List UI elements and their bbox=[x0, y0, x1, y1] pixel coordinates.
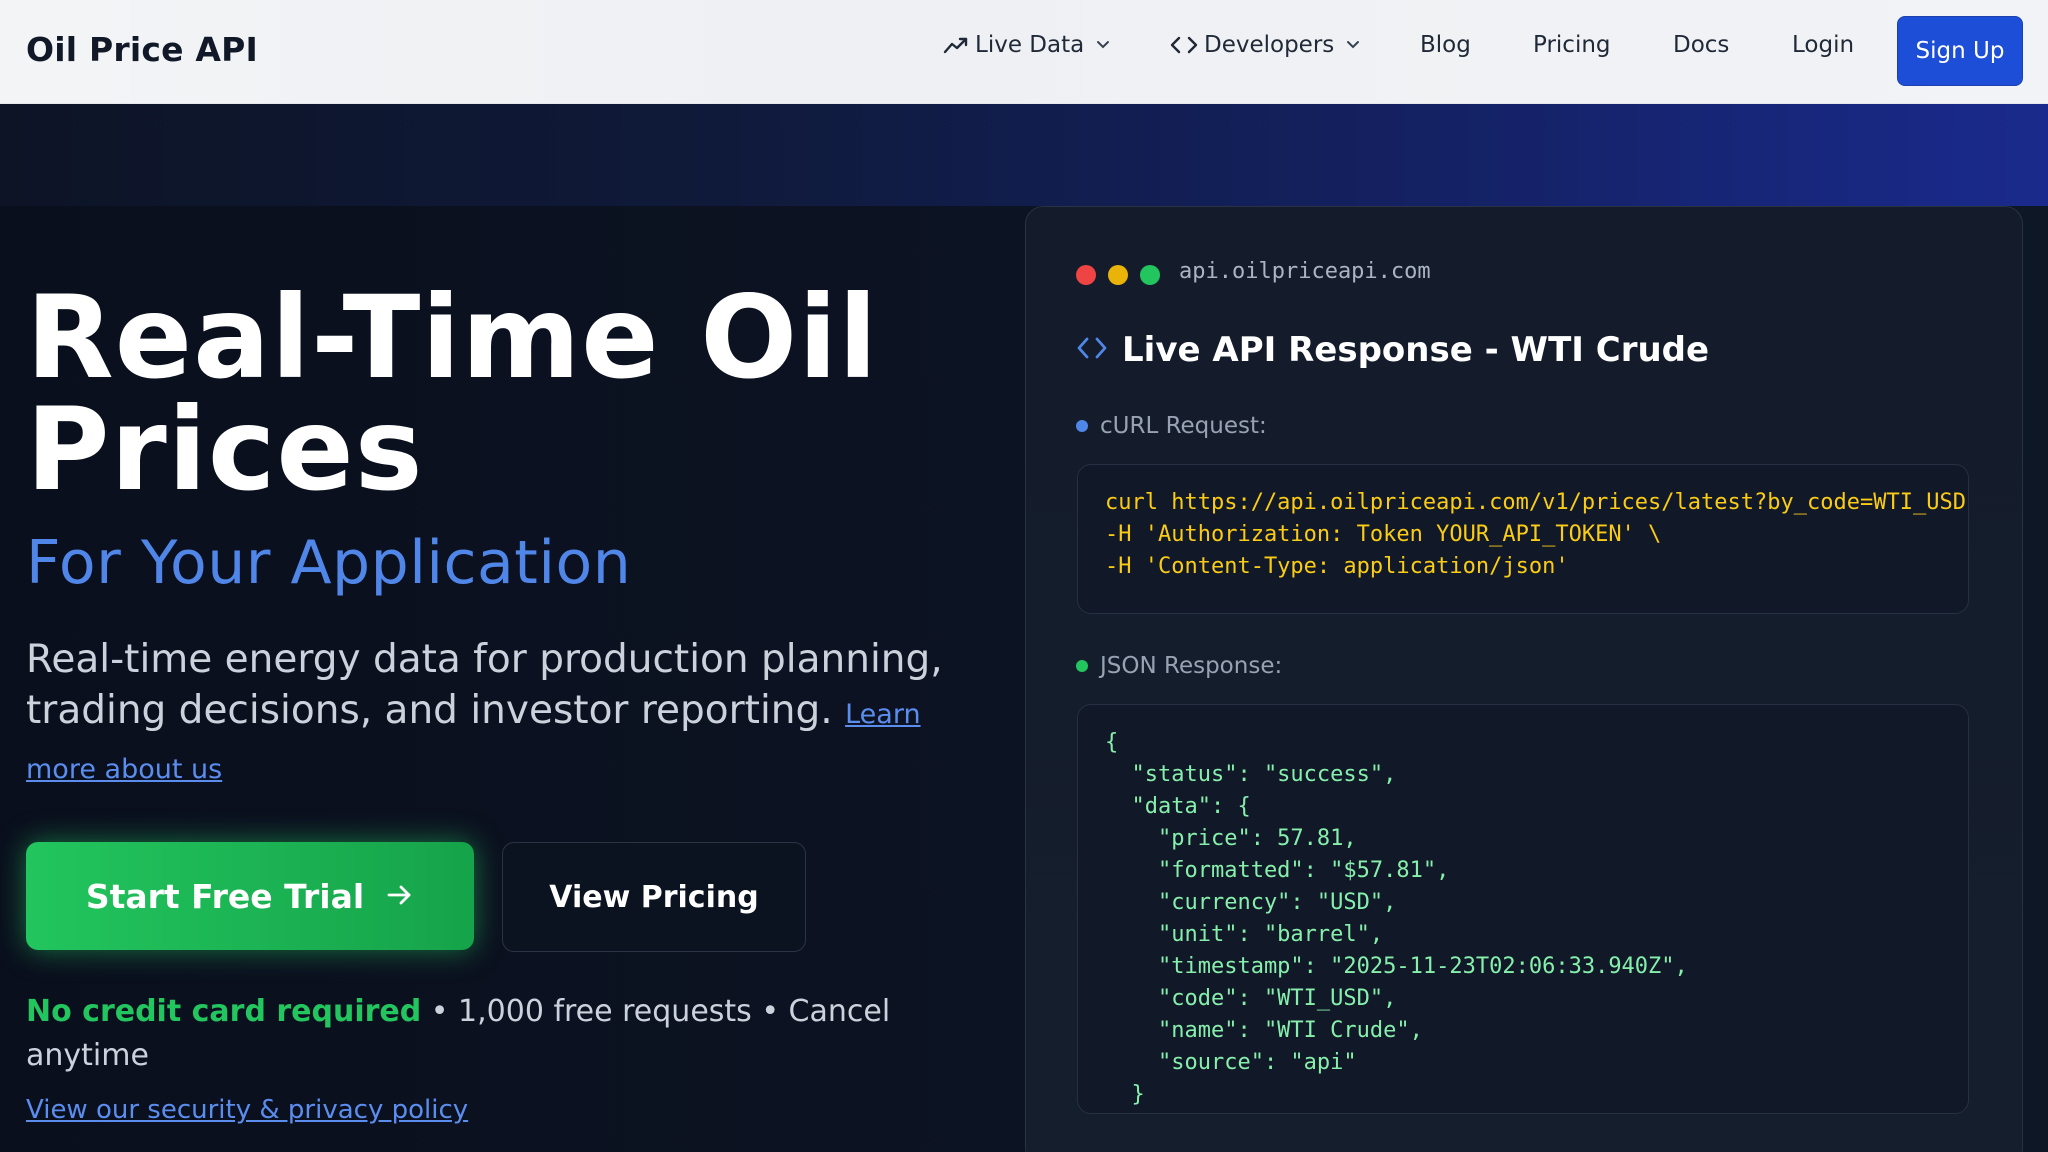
code-icon bbox=[1076, 330, 1108, 370]
curl-label-text: cURL Request: bbox=[1100, 413, 1267, 439]
trending-up-icon bbox=[943, 35, 969, 55]
json-code: { "status": "success", "data": { "price"… bbox=[1105, 730, 1688, 1107]
api-host: api.oilpriceapi.com bbox=[1179, 259, 1431, 284]
security-policy-link[interactable]: View our security & privacy policy bbox=[26, 1095, 468, 1125]
window-maximize-dot bbox=[1140, 265, 1160, 285]
nav-developers-label: Developers bbox=[1204, 32, 1335, 58]
top-nav: Oil Price API Live Data Developers Blog … bbox=[0, 0, 2048, 104]
view-pricing-button[interactable]: View Pricing bbox=[502, 842, 806, 952]
nav-developers[interactable]: Developers bbox=[1170, 32, 1360, 58]
nav-docs[interactable]: Docs bbox=[1673, 32, 1729, 58]
start-free-trial-label: Start Free Trial bbox=[85, 876, 365, 916]
nav-live-data-label: Live Data bbox=[975, 32, 1085, 58]
nav-live-data[interactable]: Live Data bbox=[943, 32, 1110, 58]
arrow-right-icon bbox=[386, 877, 414, 916]
json-code-block[interactable]: { "status": "success", "data": { "price"… bbox=[1077, 704, 1969, 1114]
hero-gradient-band bbox=[0, 104, 2048, 206]
chevron-down-icon bbox=[1096, 40, 1110, 50]
hero-subhead: For Your Application bbox=[26, 528, 632, 598]
curl-request-label: cURL Request: bbox=[1076, 413, 1267, 439]
site-logo[interactable]: Oil Price API bbox=[26, 30, 258, 69]
code-icon bbox=[1170, 35, 1198, 55]
json-bullet-icon bbox=[1076, 660, 1088, 672]
json-label-text: JSON Response: bbox=[1100, 653, 1283, 679]
hero-description: Real-time energy data for production pla… bbox=[26, 634, 966, 795]
sign-up-button[interactable]: Sign Up bbox=[1897, 16, 2023, 86]
curl-code-block[interactable]: curl https://api.oilpriceapi.com/v1/pric… bbox=[1077, 464, 1969, 614]
nav-blog[interactable]: Blog bbox=[1420, 32, 1471, 58]
json-response-label: JSON Response: bbox=[1076, 653, 1282, 679]
panel-title: Live API Response - WTI Crude bbox=[1076, 330, 1709, 370]
curl-code: curl https://api.oilpriceapi.com/v1/pric… bbox=[1105, 490, 1966, 579]
panel-title-text: Live API Response - WTI Crude bbox=[1122, 330, 1710, 370]
nav-pricing[interactable]: Pricing bbox=[1533, 32, 1611, 58]
hero-headline: Real-Time Oil Prices bbox=[26, 271, 879, 516]
trial-fineprint: No credit card required • 1,000 free req… bbox=[26, 990, 926, 1078]
window-minimize-dot bbox=[1108, 265, 1128, 285]
no-credit-card-text: No credit card required bbox=[26, 994, 422, 1029]
window-close-dot bbox=[1076, 265, 1096, 285]
start-free-trial-button[interactable]: Start Free Trial bbox=[26, 842, 474, 950]
curl-bullet-icon bbox=[1076, 420, 1088, 432]
nav-login[interactable]: Login bbox=[1792, 32, 1854, 58]
chevron-down-icon bbox=[1346, 40, 1360, 50]
hero-description-text: Real-time energy data for production pla… bbox=[26, 637, 943, 733]
